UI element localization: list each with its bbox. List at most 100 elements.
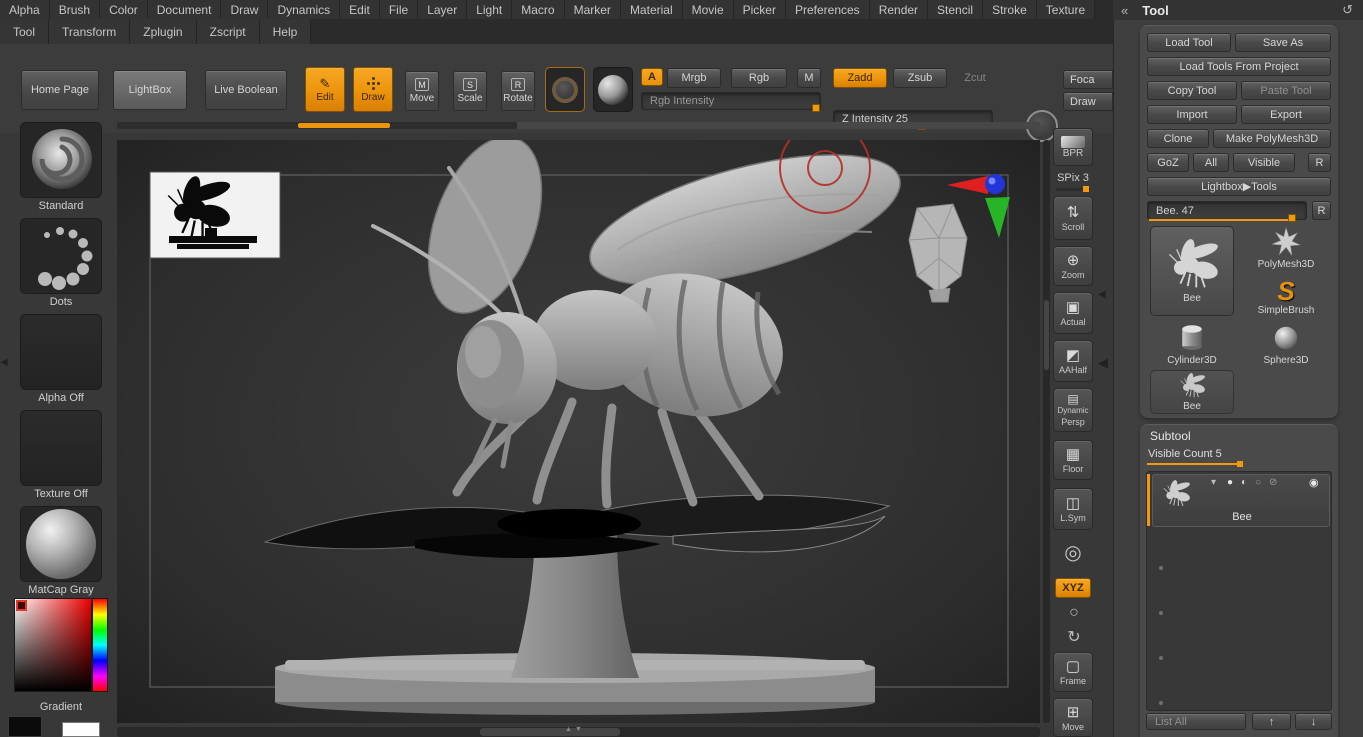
subtool-polypaint-icon[interactable]: ●: [1227, 477, 1233, 488]
make-polymesh3d-button[interactable]: Make PolyMesh3D: [1213, 129, 1331, 148]
subtool-title[interactable]: Subtool: [1150, 429, 1191, 443]
canvas-hscrollbar[interactable]: ▲ ▼: [117, 726, 1040, 737]
subtool-up-button[interactable]: ↑: [1252, 713, 1291, 730]
menu-document[interactable]: Document: [147, 0, 222, 19]
zoom-button[interactable]: ⊕ Zoom: [1053, 246, 1093, 286]
hscroll-up-icon[interactable]: ▲: [565, 726, 572, 733]
scale-button[interactable]: S Scale: [453, 71, 487, 111]
tool-item-polymesh3d[interactable]: PolyMesh3D: [1242, 224, 1330, 272]
menu-marker[interactable]: Marker: [564, 0, 621, 19]
brush-thumbnail-standard[interactable]: [20, 122, 102, 198]
menu-stroke[interactable]: Stroke: [983, 0, 1037, 19]
export-button[interactable]: Export: [1241, 105, 1331, 124]
menu-material[interactable]: Material: [620, 0, 683, 19]
m-button[interactable]: M: [797, 68, 821, 88]
lightbox-button[interactable]: LightBox: [113, 70, 187, 110]
xyz-button[interactable]: XYZ: [1055, 578, 1091, 598]
menu-macro[interactable]: Macro: [512, 0, 565, 19]
texture-off-thumbnail[interactable]: [20, 410, 102, 486]
current-material-button[interactable]: [593, 67, 633, 112]
active-tool-slider-handle[interactable]: [1288, 214, 1296, 222]
canvas-vscrollbar[interactable]: [1043, 140, 1050, 723]
visible-count-slider-fill[interactable]: [1147, 463, 1239, 465]
subtool-scroll-indicator[interactable]: [1147, 474, 1150, 526]
rotate-button[interactable]: R Rotate: [501, 71, 535, 111]
import-button[interactable]: Import: [1147, 105, 1237, 124]
doc-scroll-right[interactable]: [517, 122, 1040, 129]
actual-button[interactable]: ▣ Actual: [1053, 292, 1093, 334]
scroll-button[interactable]: ⇅ Scroll: [1053, 196, 1093, 240]
tool-item-simplebrush[interactable]: S SimpleBrush: [1242, 274, 1330, 320]
viewport-canvas[interactable]: [117, 122, 1040, 723]
subtool-eye-icon[interactable]: ◉: [1309, 476, 1319, 489]
alpha-off-thumbnail[interactable]: [20, 314, 102, 390]
matcap-gray-thumbnail[interactable]: [20, 506, 102, 582]
tray-collapse-icon[interactable]: «: [1121, 3, 1128, 18]
rail-move-button[interactable]: ⊞ Move: [1053, 698, 1093, 737]
draw-button[interactable]: Draw: [353, 67, 393, 112]
menu-transform[interactable]: Transform: [49, 19, 131, 44]
clone-button[interactable]: Clone: [1147, 129, 1209, 148]
orbit-icon[interactable]: ○: [1063, 602, 1085, 624]
menu-render[interactable]: Render: [869, 0, 929, 19]
mrgb-button[interactable]: Mrgb: [667, 68, 721, 88]
list-all-button[interactable]: List All: [1146, 713, 1246, 730]
zadd-button[interactable]: Zadd: [833, 68, 887, 88]
menu-zplugin[interactable]: Zplugin: [130, 19, 197, 44]
spin-icon[interactable]: ↻: [1063, 626, 1085, 648]
tool-item-cylinder3d[interactable]: Cylinder3D: [1150, 321, 1234, 367]
focal-shift-button[interactable]: Foca: [1063, 70, 1113, 89]
dynamic-persp-button[interactable]: ▤ Dynamic Persp: [1053, 388, 1093, 432]
frame-button[interactable]: ▢ Frame: [1053, 652, 1093, 692]
menu-dynamics[interactable]: Dynamics: [268, 0, 341, 19]
menu-brush[interactable]: Brush: [49, 0, 101, 19]
lightbox-tools-button[interactable]: Lightbox▶Tools: [1147, 177, 1331, 196]
menu-texture[interactable]: Texture: [1036, 0, 1096, 19]
stroke-thumbnail-dots[interactable]: [20, 218, 102, 294]
zcut-button[interactable]: Zcut: [953, 68, 997, 88]
doc-scroll-orange-segment[interactable]: [298, 123, 390, 128]
color-picker-square[interactable]: [14, 598, 92, 692]
hscroll-down-icon[interactable]: ▼: [575, 726, 582, 733]
paste-tool-button[interactable]: Paste Tool: [1241, 81, 1331, 100]
subtool-emptydot-icon[interactable]: ○: [1255, 477, 1261, 488]
load-tool-button[interactable]: Load Tool: [1147, 33, 1231, 52]
live-boolean-button[interactable]: Live Boolean: [205, 70, 287, 110]
spix-slider-handle[interactable]: [1083, 186, 1089, 192]
spix-slider[interactable]: [1056, 186, 1090, 192]
canvas-vscroll-handle[interactable]: [1044, 300, 1049, 370]
menu-draw[interactable]: Draw: [221, 0, 269, 19]
menu-layer[interactable]: Layer: [418, 0, 468, 19]
menu-picker[interactable]: Picker: [733, 0, 786, 19]
hue-strip[interactable]: [92, 598, 108, 692]
goz-r-button[interactable]: R: [1308, 153, 1331, 172]
secondary-color-swatch[interactable]: [8, 716, 42, 737]
tool-item-sphere3d[interactable]: Sphere3D: [1242, 321, 1330, 367]
tool-item-bee-active[interactable]: Bee: [1150, 226, 1234, 316]
goz-button[interactable]: GoZ: [1147, 153, 1189, 172]
subtool-noslash-icon[interactable]: ⊘: [1269, 477, 1277, 488]
local-symmetry-icon[interactable]: ◎: [1058, 538, 1088, 566]
current-brush-button[interactable]: [545, 67, 585, 112]
rgb-button[interactable]: Rgb: [731, 68, 787, 88]
home-page-button[interactable]: Home Page: [21, 70, 99, 110]
menu-edit[interactable]: Edit: [340, 0, 380, 19]
menu-stencil[interactable]: Stencil: [928, 0, 984, 19]
move-button[interactable]: M Move: [405, 71, 439, 111]
load-tools-from-project-button[interactable]: Load Tools From Project: [1147, 57, 1331, 76]
visible-count-slider-handle[interactable]: [1237, 461, 1243, 467]
slider-r-button[interactable]: R: [1312, 201, 1331, 220]
goz-visible-button[interactable]: Visible: [1233, 153, 1295, 172]
subtool-down-button[interactable]: ↓: [1295, 713, 1332, 730]
menu-file[interactable]: File: [379, 0, 419, 19]
auto-masking-badge[interactable]: A: [641, 68, 663, 86]
refresh-icon[interactable]: ↺: [1342, 2, 1353, 18]
canvas-hscroll-handle[interactable]: [480, 728, 620, 736]
menu-light[interactable]: Light: [467, 0, 513, 19]
menu-tool[interactable]: Tool: [0, 19, 50, 44]
menu-alpha[interactable]: Alpha: [0, 0, 50, 19]
color-picker-selector[interactable]: [16, 600, 27, 611]
rgb-intensity-handle[interactable]: [812, 104, 820, 112]
bee-thumbnail[interactable]: [149, 171, 281, 259]
menu-help[interactable]: Help: [259, 19, 312, 44]
